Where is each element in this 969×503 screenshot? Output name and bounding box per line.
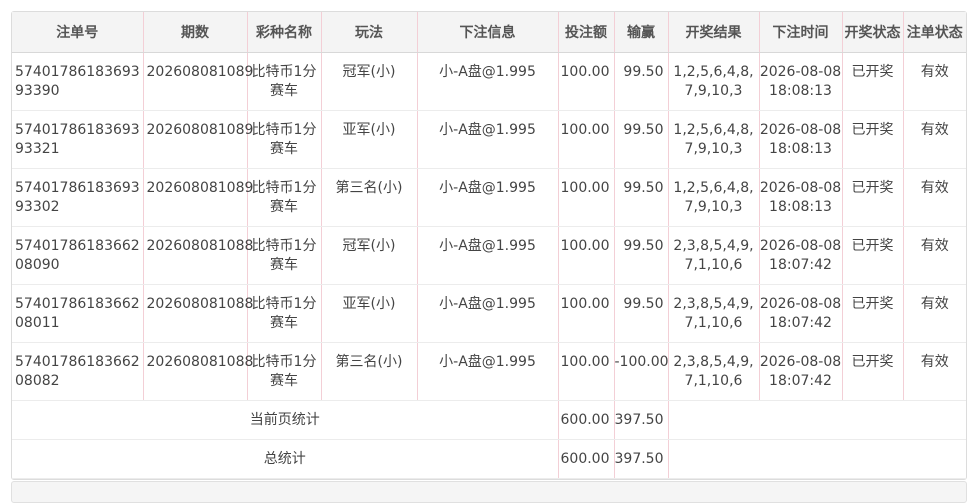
period-cell: 202608081088 (146, 296, 254, 312)
play-cell: 第三名(小) (335, 180, 403, 196)
bet-status-cell: 有效 (920, 354, 949, 370)
total-summary-label: 总统计 (12, 439, 559, 479)
play-cell: 冠军(小) (342, 238, 396, 254)
page-summary-row: 当前页统计 600.00 397.50 (12, 400, 966, 440)
amount-cell: 100.00 (560, 122, 610, 138)
draw-status-cell: 已开奖 (851, 122, 894, 138)
bet-info-cell: 小-A盘@1.995 (439, 122, 536, 138)
header-amount: 投注额 (558, 12, 615, 53)
bet-info-cell: 小-A盘@1.995 (439, 238, 536, 254)
page-summary-label: 当前页统计 (12, 400, 559, 440)
bet-status-cell: 有效 (920, 238, 949, 254)
page-summary-win-loss: 397.50 (614, 400, 669, 440)
bet-status-cell: 有效 (920, 64, 949, 80)
draw-status-cell: 已开奖 (851, 354, 894, 370)
table-row: 5740178618366208082 202608081088 比特币1分赛车… (12, 342, 966, 401)
page-summary-amount: 600.00 (558, 400, 615, 440)
header-draw-status: 开奖状态 (842, 12, 904, 53)
time-cell: 2026-08-08 18:08:13 (759, 64, 842, 99)
play-cell: 冠军(小) (342, 64, 396, 80)
win-loss-cell: 99.50 (623, 64, 664, 80)
win-loss-cell: 99.50 (623, 122, 664, 138)
win-loss-cell: 99.50 (623, 238, 664, 254)
order-no-cell: 5740178618366208011 (15, 296, 140, 331)
amount-cell: 100.00 (560, 238, 610, 254)
amount-cell: 100.00 (560, 354, 610, 370)
win-loss-cell: 99.50 (623, 296, 664, 312)
play-cell: 亚军(小) (342, 122, 396, 138)
total-summary-win-loss: 397.50 (614, 439, 669, 479)
period-cell: 202608081089 (146, 122, 254, 138)
lottery-cell: 比特币1分赛车 (251, 122, 317, 157)
lottery-cell: 比特币1分赛车 (251, 296, 317, 331)
bet-status-cell: 有效 (920, 296, 949, 312)
result-cell: 2,3,8,5,4,9,7,1,10,6 (673, 296, 754, 331)
time-cell: 2026-08-08 18:08:13 (759, 122, 842, 157)
table-row: 5740178618369393390 202608081089 比特币1分赛车… (12, 52, 966, 111)
draw-status-cell: 已开奖 (851, 64, 894, 80)
lottery-cell: 比特币1分赛车 (251, 64, 317, 99)
result-cell: 1,2,5,6,4,8,7,9,10,3 (673, 180, 754, 215)
period-cell: 202608081088 (146, 238, 254, 254)
header-order-no: 注单号 (12, 12, 144, 53)
time-cell: 2026-08-08 18:08:13 (759, 180, 842, 215)
draw-status-cell: 已开奖 (851, 238, 894, 254)
header-win-loss: 输赢 (614, 12, 669, 53)
amount-cell: 100.00 (560, 64, 610, 80)
header-result: 开奖结果 (668, 12, 760, 53)
table-row: 5740178618366208011 202608081088 比特币1分赛车… (12, 284, 966, 343)
play-cell: 亚军(小) (342, 296, 396, 312)
bet-records-table: 注单号 期数 彩种名称 玩法 下注信息 投注额 输赢 开奖结果 下注时间 开奖状… (12, 12, 966, 479)
header-time: 下注时间 (759, 12, 843, 53)
result-cell: 2,3,8,5,4,9,7,1,10,6 (673, 354, 754, 389)
order-no-cell: 5740178618369393390 (15, 64, 140, 99)
page-summary-empty (668, 400, 966, 440)
table-row: 5740178618366208090 202608081088 比特币1分赛车… (12, 226, 966, 285)
period-cell: 202608081089 (146, 64, 254, 80)
header-play: 玩法 (321, 12, 418, 53)
order-no-cell: 5740178618369393321 (15, 122, 140, 157)
time-cell: 2026-08-08 18:07:42 (759, 238, 842, 273)
header-bet-status: 注单状态 (903, 12, 966, 53)
order-no-cell: 5740178618366208090 (15, 238, 140, 273)
bet-info-cell: 小-A盘@1.995 (439, 180, 536, 196)
result-cell: 1,2,5,6,4,8,7,9,10,3 (673, 64, 754, 99)
bet-status-cell: 有效 (920, 122, 949, 138)
header-bet-info: 下注信息 (417, 12, 559, 53)
total-summary-amount: 600.00 (558, 439, 615, 479)
result-cell: 2,3,8,5,4,9,7,1,10,6 (673, 238, 754, 273)
bet-info-cell: 小-A盘@1.995 (439, 64, 536, 80)
period-cell: 202608081088 (146, 354, 254, 370)
win-loss-cell: 99.50 (623, 180, 664, 196)
amount-cell: 100.00 (560, 296, 610, 312)
win-loss-cell: -100.00 (614, 354, 669, 370)
total-summary-empty (668, 439, 966, 479)
total-summary-row: 总统计 600.00 397.50 (12, 439, 966, 479)
table-header-row: 注单号 期数 彩种名称 玩法 下注信息 投注额 输赢 开奖结果 下注时间 开奖状… (12, 12, 966, 53)
pagination-panel (11, 481, 967, 503)
time-cell: 2026-08-08 18:07:42 (759, 354, 842, 389)
time-cell: 2026-08-08 18:07:42 (759, 296, 842, 331)
header-lottery: 彩种名称 (247, 12, 322, 53)
bet-status-cell: 有效 (920, 180, 949, 196)
header-period: 期数 (143, 12, 248, 53)
bet-records-panel: 注单号 期数 彩种名称 玩法 下注信息 投注额 输赢 开奖结果 下注时间 开奖状… (11, 11, 967, 480)
lottery-cell: 比特币1分赛车 (251, 354, 317, 389)
bet-info-cell: 小-A盘@1.995 (439, 296, 536, 312)
draw-status-cell: 已开奖 (851, 180, 894, 196)
play-cell: 第三名(小) (335, 354, 403, 370)
amount-cell: 100.00 (560, 180, 610, 196)
draw-status-cell: 已开奖 (851, 296, 894, 312)
bet-info-cell: 小-A盘@1.995 (439, 354, 536, 370)
result-cell: 1,2,5,6,4,8,7,9,10,3 (673, 122, 754, 157)
lottery-cell: 比特币1分赛车 (251, 180, 317, 215)
lottery-cell: 比特币1分赛车 (251, 238, 317, 273)
order-no-cell: 5740178618369393302 (15, 180, 140, 215)
table-row: 5740178618369393321 202608081089 比特币1分赛车… (12, 110, 966, 169)
table-row: 5740178618369393302 202608081089 比特币1分赛车… (12, 168, 966, 227)
period-cell: 202608081089 (146, 180, 254, 196)
order-no-cell: 5740178618366208082 (15, 354, 140, 389)
